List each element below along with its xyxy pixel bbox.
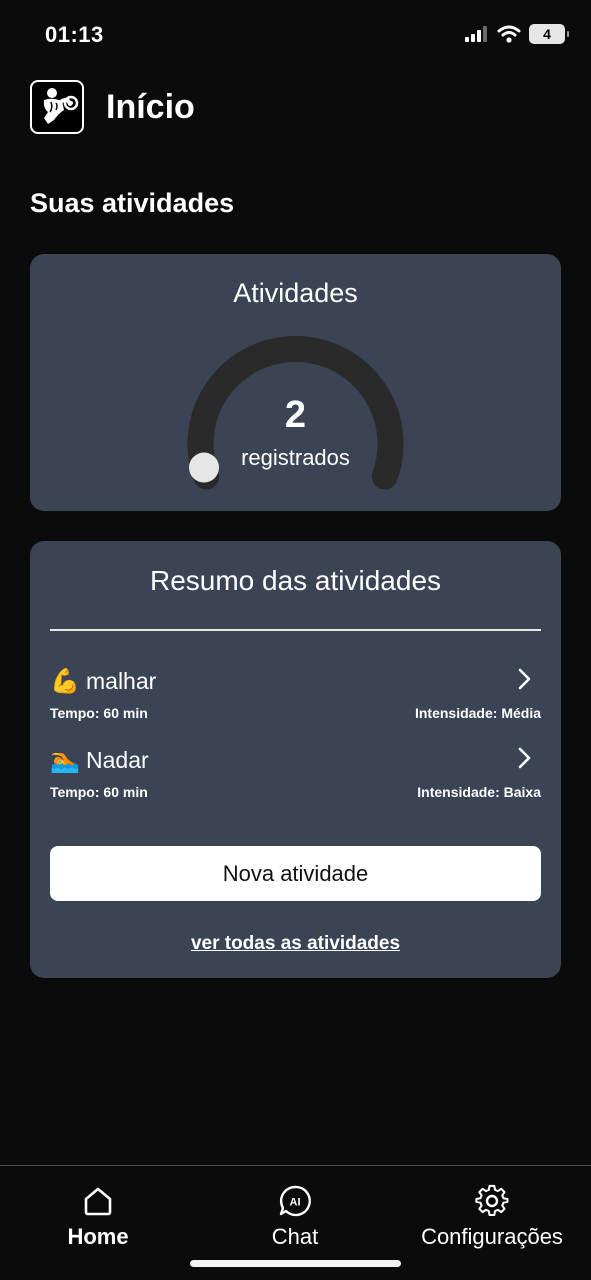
flexed-biceps-icon: 💪 <box>50 667 80 695</box>
activity-name: malhar <box>86 667 157 694</box>
tab-label: Chat <box>271 1224 319 1249</box>
tab-chat[interactable]: AI Chat <box>245 1184 345 1250</box>
swimmer-icon: 🏊 <box>50 746 80 774</box>
status-bar: 01:13 4 <box>0 0 591 70</box>
activities-count: 2 <box>284 394 307 436</box>
home-indicator <box>190 1260 401 1267</box>
summary-card: Resumo das atividades 💪 malhar Tempo: 60… <box>30 541 561 978</box>
home-icon <box>84 1187 112 1216</box>
activity-name: Nadar <box>86 746 149 773</box>
bodybuilder-icon <box>30 80 84 134</box>
new-activity-button[interactable]: Nova atividade <box>50 846 541 901</box>
page-title: Início <box>106 87 195 126</box>
divider <box>50 629 541 631</box>
tab-settings[interactable]: Configurações <box>412 1184 572 1250</box>
battery-icon: 4 <box>529 24 569 44</box>
section-title: Suas atividades <box>30 188 235 218</box>
tab-label: Home <box>67 1224 129 1249</box>
tab-label: Configurações <box>421 1224 563 1249</box>
activities-card: Atividades 2 registrados <box>30 254 561 511</box>
page-header: Início <box>30 80 195 134</box>
ai-chat-icon: AI <box>279 1185 311 1217</box>
activity-intensity: Intensidade: Baixa <box>417 784 541 800</box>
wifi-icon <box>497 25 521 43</box>
activity-time: Tempo: 60 min <box>50 784 148 800</box>
activity-item-malhar[interactable]: 💪 malhar Tempo: 60 min Intensidade: Médi… <box>50 661 541 725</box>
tab-home[interactable]: Home <box>48 1184 148 1250</box>
chevron-right-icon[interactable] <box>517 746 533 770</box>
gear-icon <box>475 1184 509 1217</box>
svg-text:AI: AI <box>290 1197 301 1209</box>
status-icons: 4 <box>465 24 569 44</box>
see-all-activities-link[interactable]: ver todas as atividades <box>30 933 561 955</box>
activities-count-label: registrados <box>241 445 350 470</box>
activity-intensity: Intensidade: Média <box>414 705 541 721</box>
status-time: 01:13 <box>45 22 104 47</box>
summary-card-title: Resumo das atividades <box>149 565 442 596</box>
activity-time: Tempo: 60 min <box>50 705 148 721</box>
signal-icon <box>465 26 487 42</box>
activity-item-nadar[interactable]: 🏊 Nadar Tempo: 60 min Intensidade: Baixa <box>50 740 541 804</box>
chevron-right-icon[interactable] <box>517 667 533 691</box>
activities-card-title: Atividades <box>233 278 358 308</box>
battery-level: 4 <box>543 26 551 42</box>
